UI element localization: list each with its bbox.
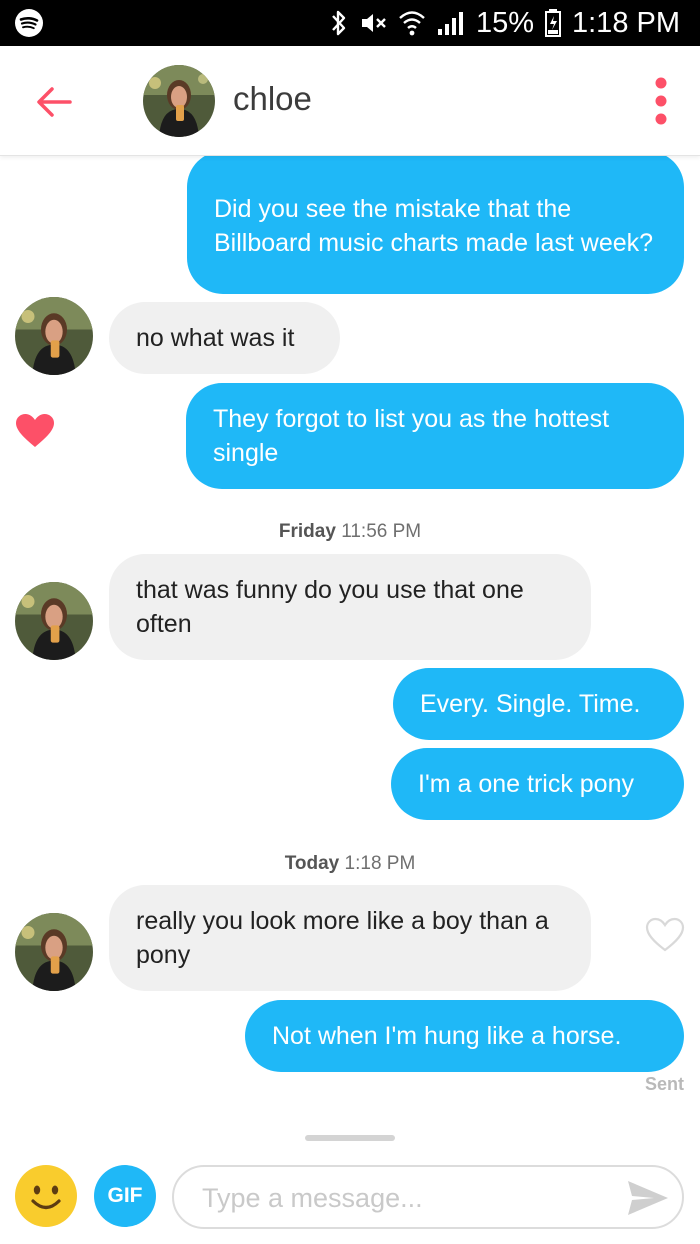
sender-avatar[interactable] [15,913,93,991]
mute-icon [361,14,386,32]
sent-message[interactable]: Not when I'm hung like a horse. [245,1000,684,1072]
back-arrow-icon[interactable] [32,80,76,124]
message-input[interactable] [202,1177,602,1219]
message-text: Not when I'm hung like a horse. [272,1022,622,1050]
timestamp-day: Friday [278,521,336,542]
bluetooth-icon [332,10,346,36]
spotify-icon [15,9,43,37]
message-text: really you look more like a boy than a p… [136,907,549,969]
chat-header: chloe [0,46,700,156]
match-avatar[interactable] [143,65,215,137]
message-text: They forgot to list you as the hottest s… [213,405,610,467]
gif-button[interactable]: GIF [94,1165,156,1227]
match-name[interactable]: chloe [233,80,312,118]
sender-avatar[interactable] [15,582,93,660]
message-text: no what was it [136,324,295,352]
timestamp-time: 11:56 PM [341,521,422,542]
sent-message[interactable]: Every. Single. Time. [393,668,684,740]
emoji-button-icon[interactable] [14,1164,78,1228]
sent-status: Sent [644,1074,684,1094]
signal-icon [437,12,463,35]
clock: 1:18 PM [572,6,680,39]
status-bar: 15% 1:18 PM [0,0,700,46]
received-message[interactable]: that was funny do you use that one often [109,554,591,660]
send-icon[interactable] [626,1179,670,1217]
battery-icon [545,9,561,37]
battery-percent: 15% [475,6,534,39]
timestamp-time: 1:18 PM [344,853,416,874]
like-heart-icon[interactable] [645,917,685,953]
timestamp: Today 1:18 PM [0,853,700,875]
more-options-icon[interactable] [646,76,676,126]
timestamp: Friday 11:56 PM [0,521,700,543]
received-message[interactable]: really you look more like a boy than a p… [109,885,591,991]
message-composer [172,1165,684,1229]
message-text: I'm a one trick pony [418,770,634,798]
sent-message[interactable]: Did you see the mistake that the Billboa… [187,151,684,294]
sender-avatar[interactable] [15,297,93,375]
sent-message[interactable]: I'm a one trick pony [391,748,684,820]
message-text: Did you see the mistake that the Billboa… [214,194,654,257]
home-indicator [305,1135,395,1141]
message-text: that was funny do you use that one often [136,576,524,638]
timestamp-day: Today [284,853,340,874]
liked-heart-icon[interactable] [15,413,55,449]
wifi-icon [399,11,425,36]
sent-message[interactable]: They forgot to list you as the hottest s… [186,383,684,489]
message-text: Every. Single. Time. [420,690,641,718]
received-message[interactable]: no what was it [109,302,340,374]
